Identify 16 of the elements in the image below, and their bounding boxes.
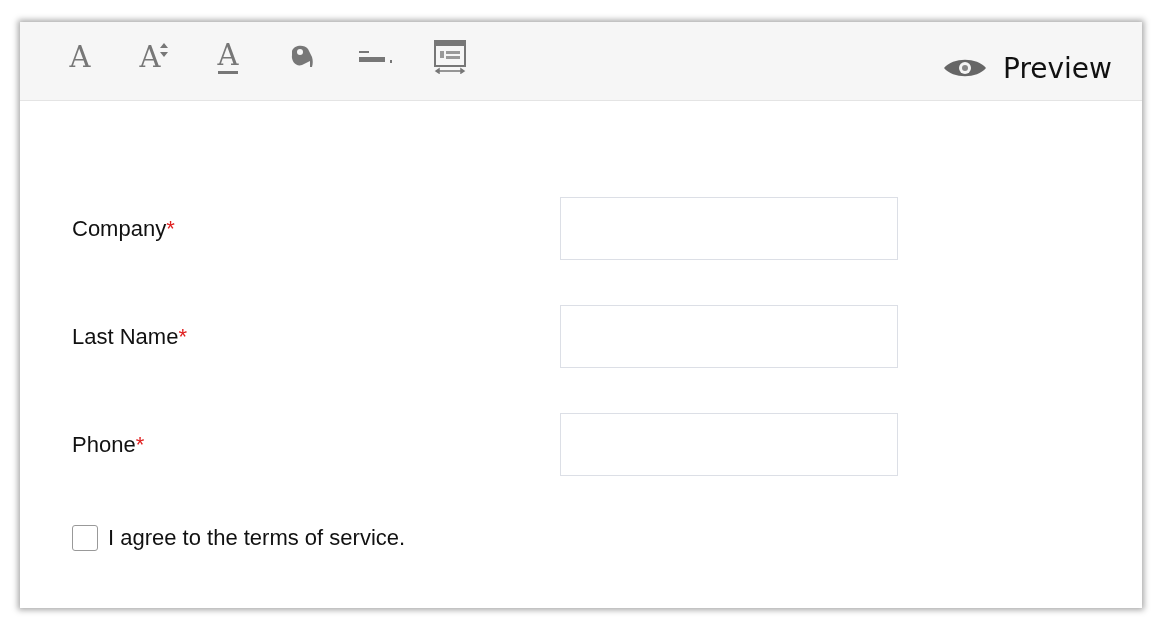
up-down-icon: [160, 43, 169, 57]
font-color-button[interactable]: A: [208, 39, 248, 75]
checkbox[interactable]: [72, 525, 98, 551]
preview-button[interactable]: Preview: [943, 51, 1112, 85]
form-width-icon: [434, 40, 466, 74]
field-label: Company*: [72, 215, 176, 242]
field-label: Phone*: [72, 431, 146, 458]
input-field[interactable]: [560, 413, 898, 476]
font-size-button[interactable]: A: [134, 39, 174, 75]
eye-icon: [943, 57, 987, 79]
field-label: Last Name*: [72, 323, 188, 350]
input-field[interactable]: [560, 305, 898, 368]
line-style-icon: [359, 49, 393, 65]
input-field[interactable]: [560, 197, 898, 260]
checkbox-label: I agree to the terms of service.: [108, 525, 406, 551]
font-button[interactable]: A: [60, 39, 100, 75]
